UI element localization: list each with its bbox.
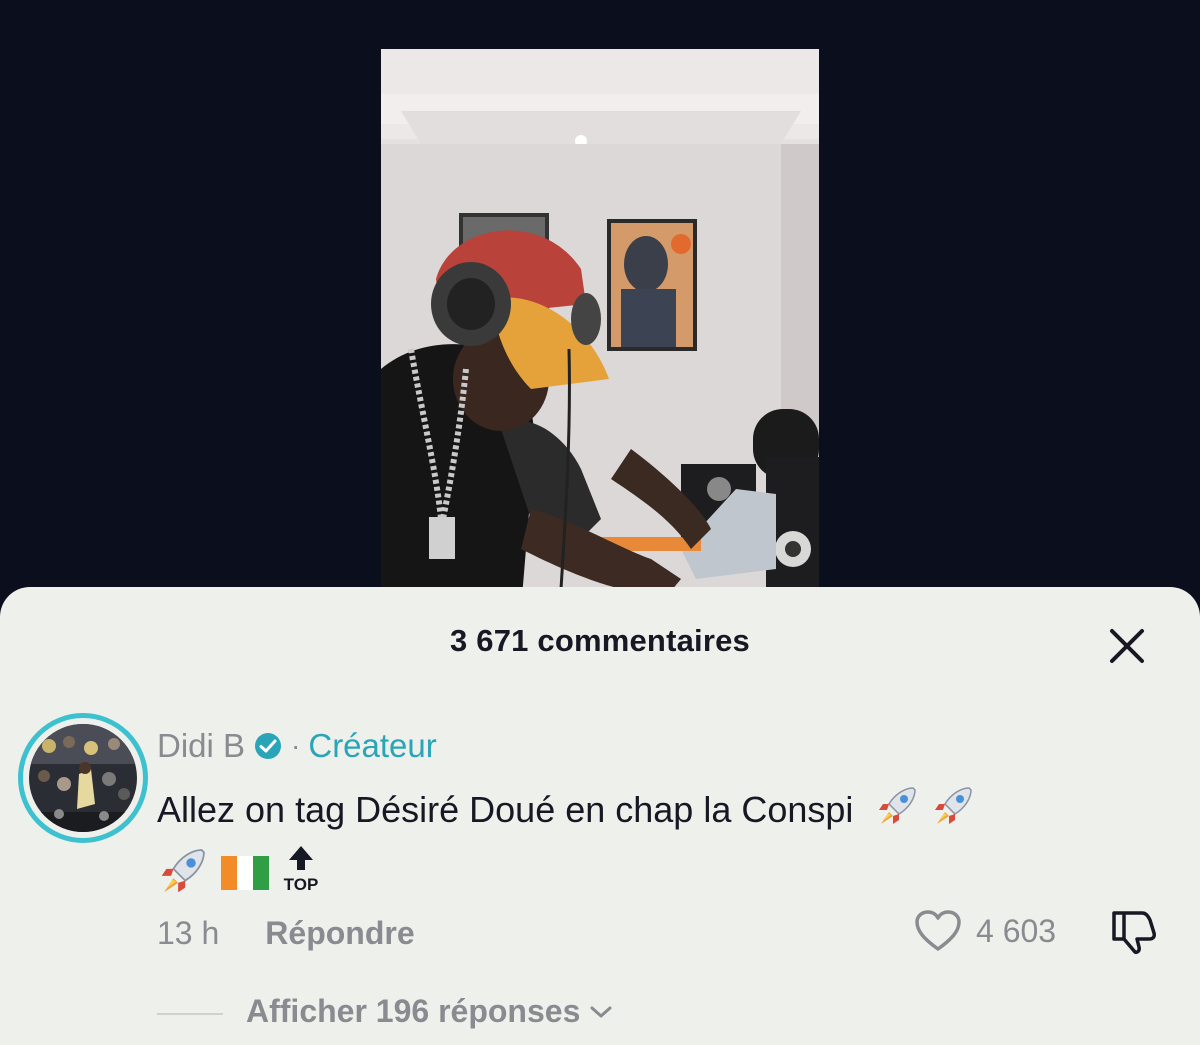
like-button[interactable]: 4 603 (914, 909, 1056, 953)
cote-divoire-flag-icon (221, 851, 269, 905)
like-count: 4 603 (976, 912, 1057, 949)
avatar-image (29, 724, 137, 832)
comment-body: Allez on tag Désiré Doué en chap la Cons… (157, 782, 1157, 912)
heart-icon (915, 910, 961, 951)
top-arrow-icon: TOP (279, 844, 323, 911)
thumbs-down-icon (1112, 911, 1156, 954)
comment-meta: 13 h Répondre (157, 915, 415, 952)
view-replies-label: Afficher 196 réponses (246, 993, 581, 1029)
replies-divider (157, 1013, 223, 1015)
video-player[interactable] (381, 49, 819, 609)
comments-sheet: 3 671 commentaires Didi B · Créateur All… (0, 587, 1200, 1045)
separator-dot: · (291, 730, 301, 761)
screen: 3 671 commentaires Didi B · Créateur All… (0, 0, 1200, 1045)
video-frame-image (381, 49, 819, 609)
comment-header: Didi B · Créateur (157, 726, 437, 766)
verified-badge-icon (255, 733, 282, 759)
view-replies-button[interactable]: Afficher 196 réponses (246, 993, 614, 1030)
comments-count-title: 3 671 commentaires (450, 623, 750, 658)
rocket-icon (157, 843, 211, 912)
comment-time: 13 h (157, 915, 220, 951)
rocket-icon (931, 782, 977, 843)
close-button[interactable] (1104, 623, 1150, 669)
avatar[interactable] (18, 713, 148, 843)
rocket-icon (875, 782, 921, 843)
creator-label: Créateur (308, 727, 437, 764)
chevron-down-icon (590, 1006, 612, 1017)
top-label: TOP (284, 875, 319, 894)
comment-text: Allez on tag Désiré Doué en chap la Cons… (157, 789, 854, 831)
author-name[interactable]: Didi B (157, 727, 245, 765)
dislike-button[interactable] (1108, 909, 1158, 955)
close-icon (1110, 629, 1144, 663)
reply-button[interactable]: Répondre (265, 915, 414, 952)
